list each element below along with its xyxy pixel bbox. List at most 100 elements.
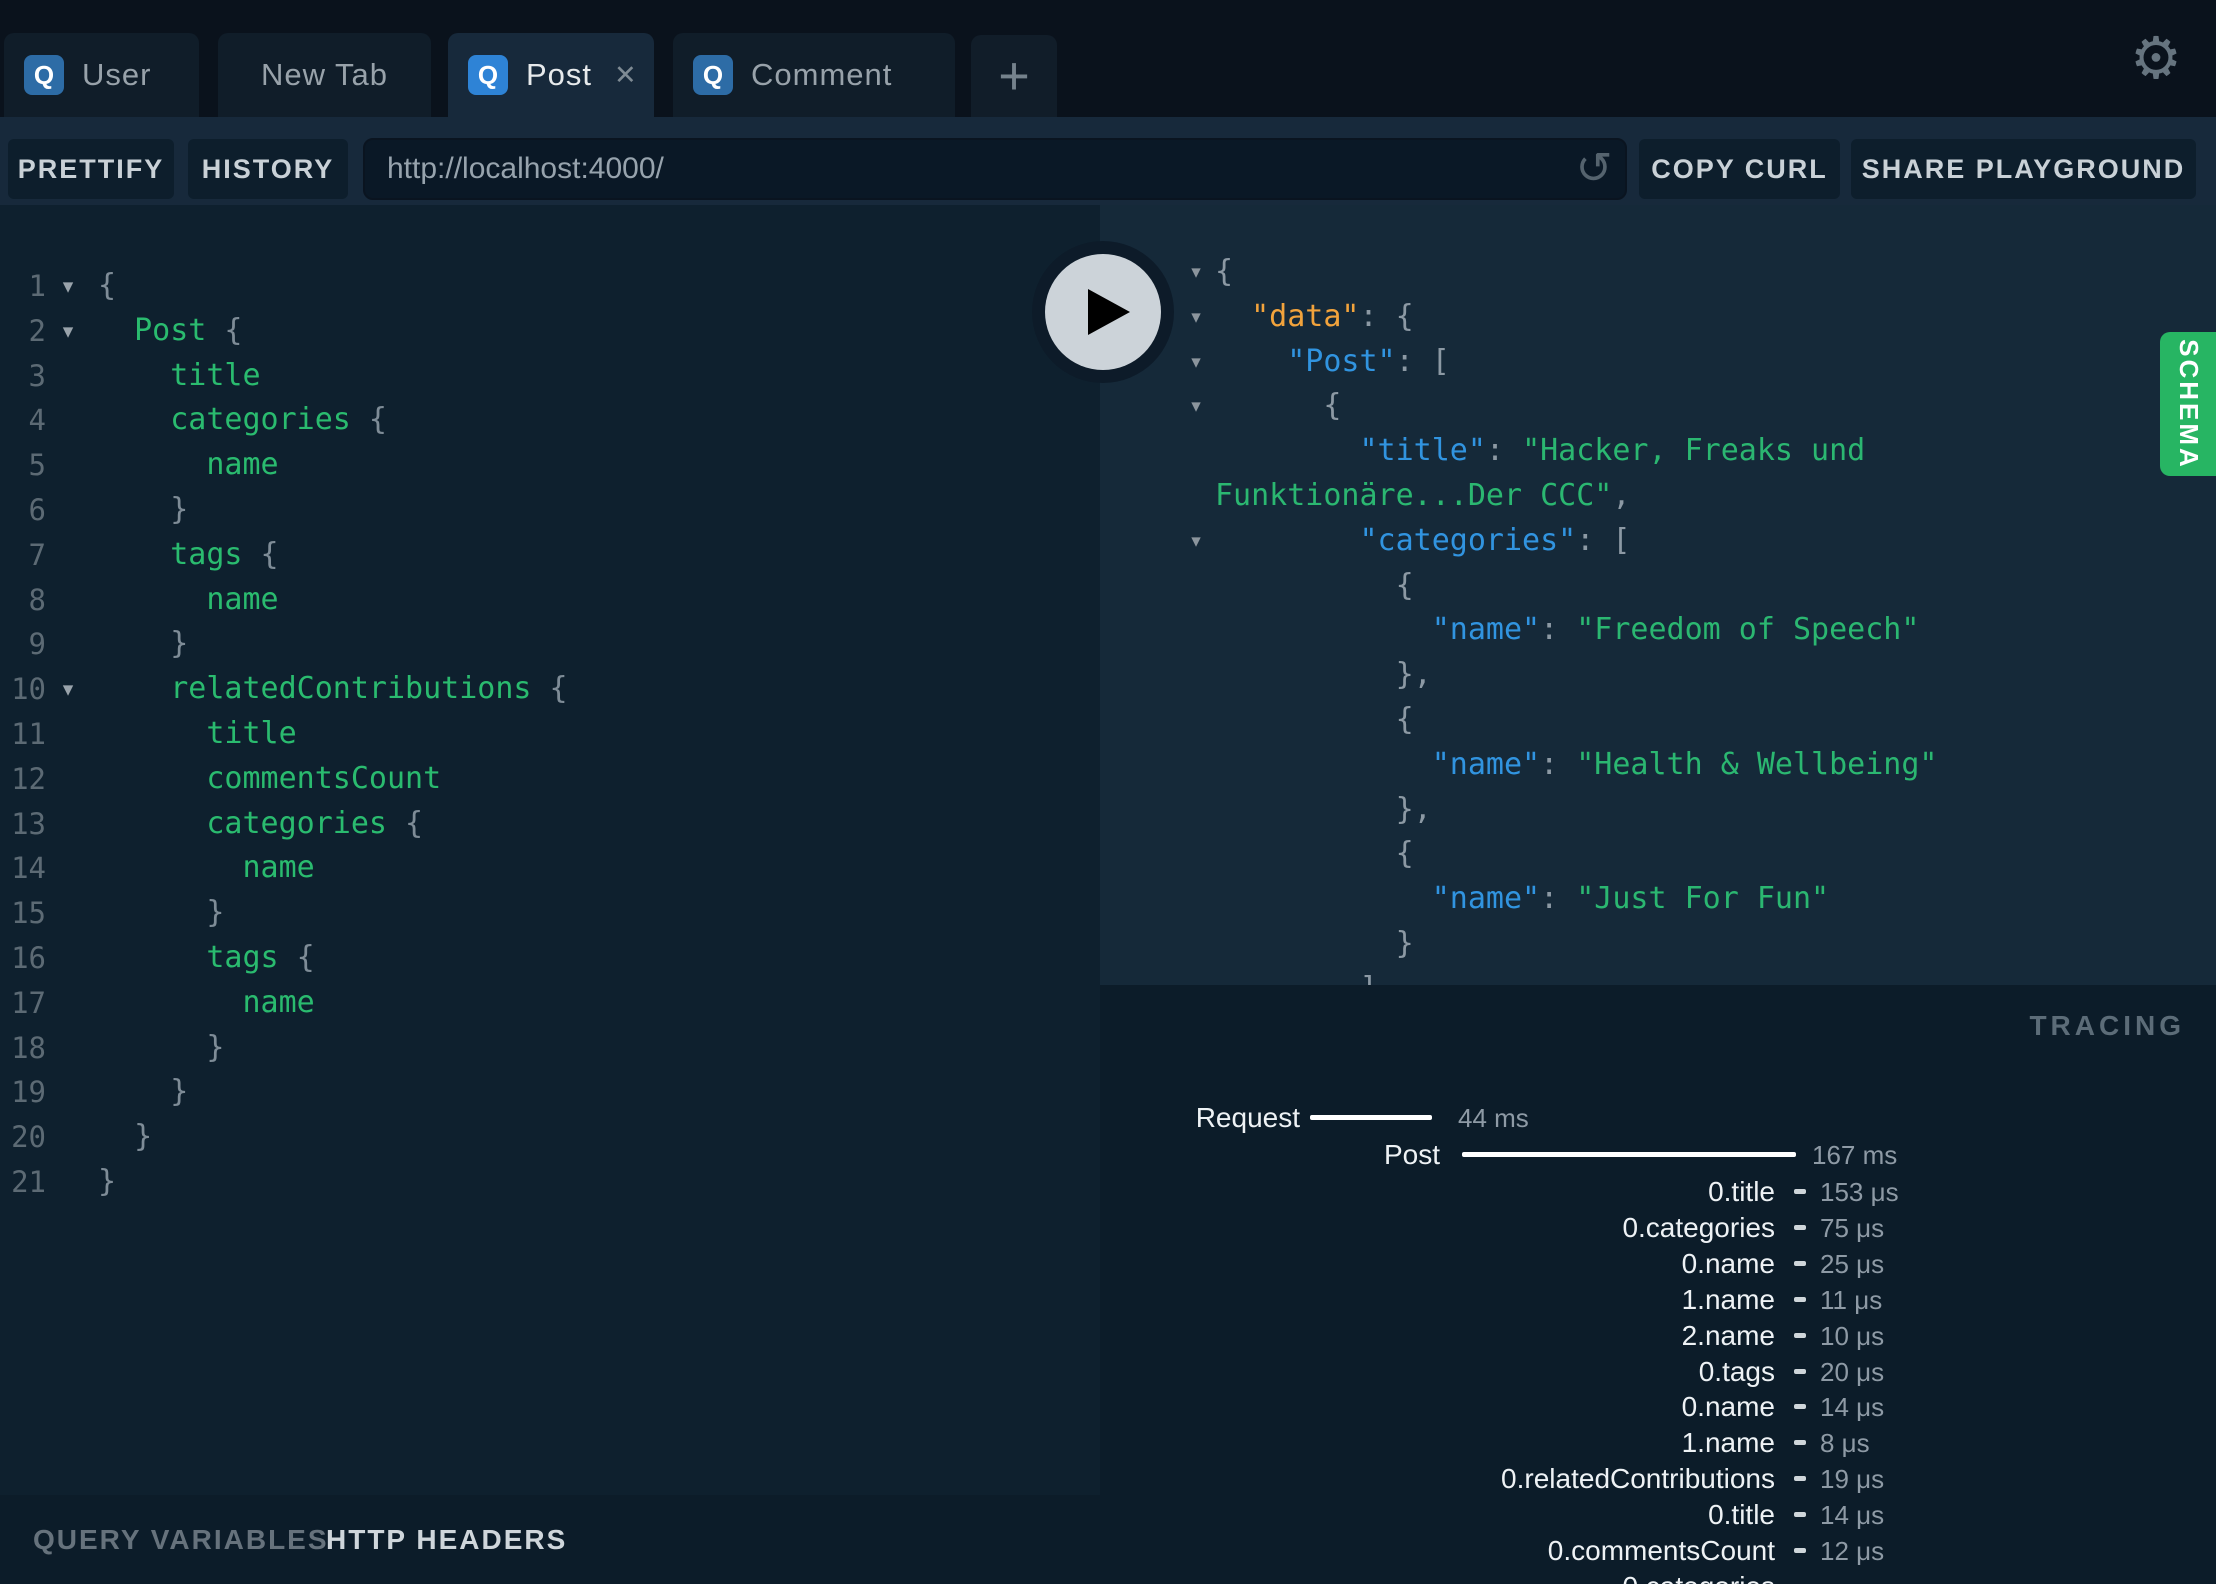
fold-slot [46,354,90,399]
fold-slot [46,578,90,623]
tracing-row-time: 12 μs [1820,1536,1885,1566]
tracing-row-label: Request [1195,1102,1300,1133]
response-line: ] [1100,967,2216,985]
query-line: 10 ▾ relatedContributions { [0,667,1100,712]
fold-slot [46,802,90,847]
prettify-button[interactable]: PRETTIFY [8,139,174,199]
tracing-row-time: 19 μs [1820,1464,1885,1494]
tracing-row: 0.relatedContributions 19 μs [1100,1461,2216,1497]
tracing-row-time: 44 ms [1458,1103,1529,1133]
response-line: ▾{ [1100,250,2216,295]
fold-arrow-icon[interactable]: ▾ [46,309,90,354]
tracing-duration-tick [1794,1512,1806,1517]
fold-slot [46,712,90,757]
line-number: 9 [28,627,46,662]
play-icon [1088,289,1130,335]
query-badge: Q [693,55,733,95]
tab-comment[interactable]: Q Comment [673,33,955,117]
line-number: 21 [11,1164,46,1199]
response-line: { [1215,836,1414,872]
line-number: 20 [11,1120,46,1155]
query-line: 4 categories { [0,398,1100,443]
tab-post[interactable]: Q Post ✕ [448,33,654,117]
share-playground-button[interactable]: SHARE PLAYGROUND [1851,139,2196,199]
fold-slot [46,936,90,981]
tab-label: User [82,57,152,92]
query-line: 18 } [0,1026,1100,1071]
fold-slot [46,398,90,443]
tracing-duration-tick [1794,1440,1806,1445]
tracing-row-label: 0.name [1681,1248,1775,1279]
line-number: 10 [11,672,46,707]
fold-arrow-icon[interactable]: ▾ [46,667,90,712]
tracing-row-label: 0.title [1708,1176,1775,1207]
query-line: 1 ▾{ [0,264,1100,309]
line-number: 2 [28,313,46,348]
line-number: 19 [11,1075,46,1110]
tracing-duration-tick [1794,1369,1806,1374]
tab-http-headers[interactable]: HTTP HEADERS [326,1495,567,1584]
tracing-row: Request 44 ms [1100,1100,2216,1136]
query-code: } [98,1163,117,1199]
tracing-panel: TRACING Request 44 ms Post 167 ms 0.title 153… [1100,985,2216,1584]
fold-arrow-icon[interactable]: ▾ [1180,340,1212,385]
schema-side-tab[interactable]: SCHEMA [2160,332,2216,476]
tab-query-variables[interactable]: QUERY VARIABLES [33,1495,329,1584]
bottom-bar: QUERY VARIABLES HTTP HEADERS [0,1495,1100,1584]
fold-arrow-icon[interactable]: ▾ [1180,295,1212,340]
fold-arrow-icon[interactable]: ▾ [46,264,90,309]
query-code: name [98,984,315,1020]
tracing-row-time: 10 μs [1820,1321,1885,1351]
reset-endpoint-icon[interactable]: ↺ [1568,141,1620,197]
tracing-row: 0.title 153 μs [1100,1174,2216,1210]
settings-gear-icon[interactable]: ⚙ [2126,24,2186,92]
tracing-row: 2.name 10 μs [1100,1318,2216,1354]
query-code: commentsCount [98,760,442,796]
tracing-row: 0.name 14 μs [1100,1389,2216,1425]
tracing-row-label: 0.title [1708,1499,1775,1530]
close-tab-icon[interactable]: ✕ [614,60,637,91]
fold-arrow-icon[interactable]: ▾ [1180,519,1212,564]
query-code: name [98,447,279,483]
query-line: 2 ▾ Post { [0,309,1100,354]
copy-curl-button[interactable]: COPY CURL [1639,139,1840,199]
line-number: 3 [28,358,46,393]
query-code: tags { [98,536,279,572]
query-editor[interactable]: 1 ▾{2 ▾ Post {3 title 4 categories {5 name 6… [0,205,1100,1495]
tracing-title: TRACING [2029,1010,2185,1041]
line-number: 18 [11,1030,46,1065]
tracing-row: 0.categories 75 μs [1100,1210,2216,1246]
query-line: 8 name [0,578,1100,623]
fold-arrow-icon[interactable]: ▾ [1180,384,1212,429]
query-line: 5 name [0,443,1100,488]
query-line: 12 commentsCount [0,757,1100,802]
tracing-row: 0.name 25 μs [1100,1246,2216,1282]
tracing-row: 0.commentsCount 12 μs [1100,1533,2216,1569]
tab-user[interactable]: Q User [4,33,199,117]
history-button[interactable]: HISTORY [188,139,348,199]
response-line: "title": "Hacker, Freaks und [1359,433,1866,469]
query-code: { [98,268,117,303]
line-number: 8 [28,582,46,617]
tracing-row-label: 0.tags [1698,1356,1775,1387]
query-line: 17 name [0,981,1100,1026]
tracing-row-label: 1.name [1681,1427,1775,1458]
new-tab-button[interactable]: + [971,35,1057,117]
fold-slot [46,1026,90,1071]
fold-slot [46,443,90,488]
tab-bar: Q User New Tab Q Post ✕ Q Comment + ⚙ [0,0,2216,117]
execute-query-button[interactable] [1032,241,1174,383]
query-line: 7 tags { [0,533,1100,578]
query-code: } [98,1074,189,1110]
tab-new-tab[interactable]: New Tab [218,33,431,117]
query-code: name [98,850,315,886]
tracing-duration-tick [1794,1261,1806,1266]
endpoint-url-input[interactable] [363,138,1627,200]
fold-slot [46,488,90,533]
response-line: { [1215,567,1414,603]
tracing-row-time: 11 μs [1820,1285,1883,1315]
tracing-row-time: 25 μs [1820,1249,1885,1279]
fold-arrow-icon[interactable]: ▾ [1180,250,1212,295]
tracing-duration-tick [1794,1189,1806,1194]
fold-slot [46,891,90,936]
